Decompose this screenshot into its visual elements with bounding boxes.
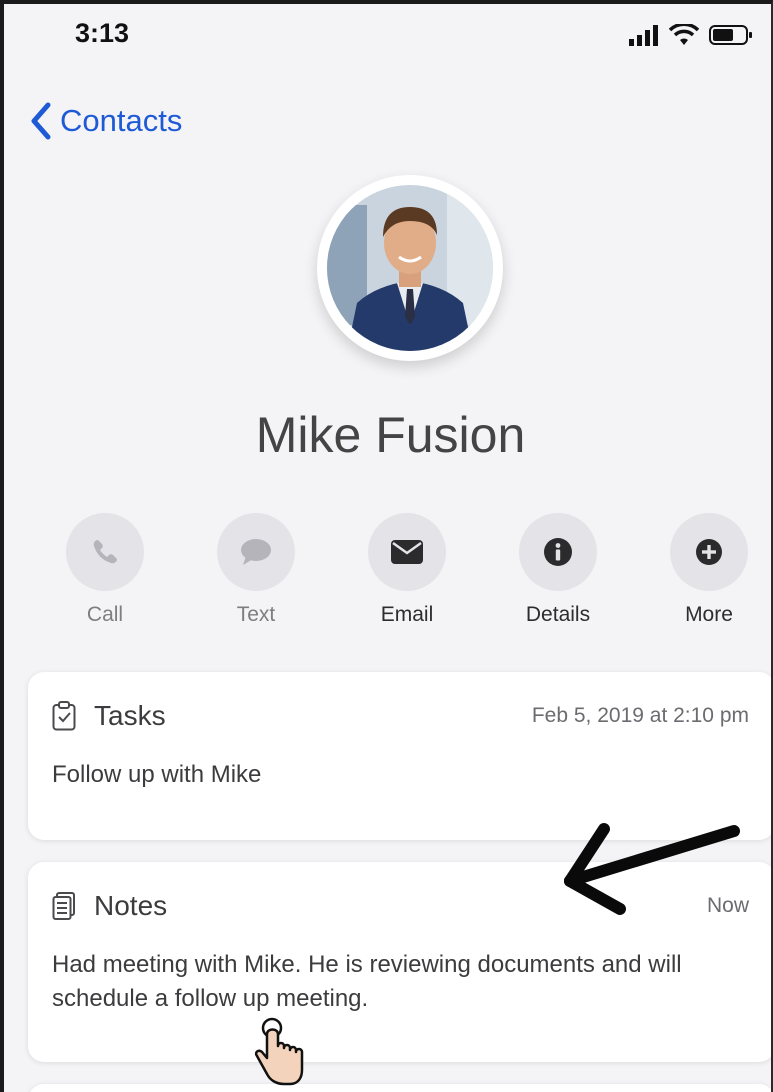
chevron-left-icon [31,102,51,140]
avatar[interactable] [317,175,503,361]
annotation-arrow [564,823,740,915]
wifi-icon [669,24,699,45]
clipboard-check-icon [52,701,76,731]
call-circle [66,513,144,591]
tasks-header: Tasks [52,700,166,732]
details-circle [519,513,597,591]
email-label: Email [380,603,434,626]
notes-header: Notes [52,890,167,922]
tasks-card[interactable]: Tasks Feb 5, 2019 at 2:10 pm Follow up w… [28,672,771,840]
tasks-title: Tasks [94,700,166,731]
email-circle [368,513,446,591]
phone-screen: 3:13 Contacts Mike Fusion Call Text Emai… [0,0,773,1092]
status-time: 3:13 [75,18,130,48]
details-label: Details [525,603,591,626]
tap-cursor-icon [254,1017,304,1086]
call-button[interactable]: Call [50,513,160,627]
tasks-body: Follow up with Mike [52,761,262,788]
info-icon [544,538,572,566]
email-button[interactable]: Email [352,513,462,627]
tasks-timestamp: Feb 5, 2019 at 2:10 pm [531,704,749,727]
plus-icon [696,539,722,565]
text-label: Text [236,603,276,626]
more-circle [670,513,748,591]
notes-title: Notes [94,890,168,921]
more-button[interactable]: More [654,513,764,627]
back-button[interactable]: Contacts [30,102,182,140]
back-label: Contacts [60,103,183,138]
next-card[interactable] [28,1084,771,1092]
call-label: Call [86,603,124,626]
text-button[interactable]: Text [201,513,311,627]
document-icon [52,892,75,920]
phone-icon [93,540,117,564]
contact-name: Mike Fusion [255,407,526,463]
more-label: More [685,603,733,626]
battery-icon [709,25,752,45]
notes-body: Had meeting with Mike. He is reviewing d… [52,951,682,1012]
avatar-photo [327,185,493,351]
status-icons [629,24,753,46]
text-circle [217,513,295,591]
signal-icon [629,25,658,46]
details-button[interactable]: Details [503,513,613,627]
envelope-icon [391,540,423,564]
chat-bubble-icon [241,539,271,565]
